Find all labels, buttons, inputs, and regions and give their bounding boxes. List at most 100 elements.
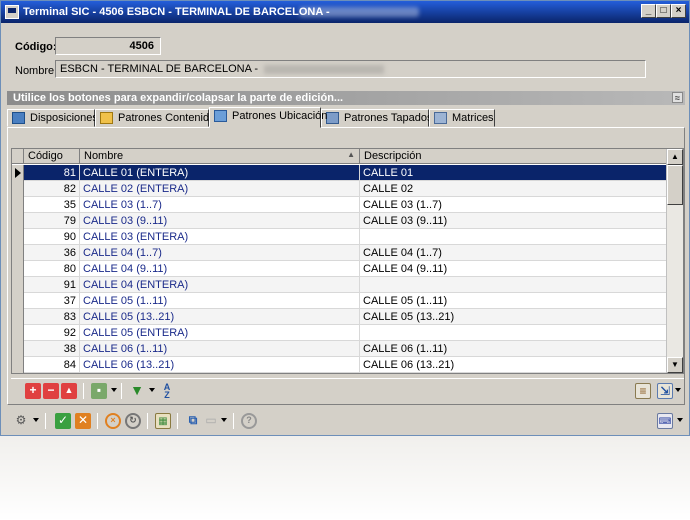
cell-codigo[interactable]: 38 — [24, 341, 80, 357]
export-icon[interactable]: ⇲ — [657, 383, 673, 399]
cell-codigo[interactable]: 82 — [24, 181, 80, 197]
cell-codigo[interactable]: 83 — [24, 309, 80, 325]
cell-nombre[interactable]: CALLE 05 (ENTERA) — [80, 325, 360, 341]
minimize-button[interactable]: _ — [641, 4, 656, 18]
expand-collapse-bar[interactable]: Utilice los botones para expandir/colaps… — [7, 91, 685, 105]
table-row[interactable]: 36 CALLE 04 (1..7) CALLE 04 (1..7) — [12, 245, 667, 261]
row-selector[interactable] — [12, 213, 24, 229]
cell-codigo[interactable]: 80 — [24, 261, 80, 277]
view-icon[interactable]: ▪ — [91, 383, 107, 399]
cell-codigo[interactable]: 84 — [24, 357, 80, 373]
row-selector[interactable] — [12, 325, 24, 341]
add-icon[interactable]: + — [25, 383, 41, 399]
row-selector[interactable] — [12, 229, 24, 245]
keyboard-dropdown-arrow-icon[interactable] — [677, 418, 683, 422]
cell-nombre[interactable]: CALLE 06 (1..11) — [80, 341, 360, 357]
cell-nombre[interactable]: CALLE 03 (ENTERA) — [80, 229, 360, 245]
cell-descripcion[interactable]: CALLE 04 (9..11) — [360, 261, 667, 277]
cell-codigo[interactable]: 35 — [24, 197, 80, 213]
row-selector[interactable] — [12, 197, 24, 213]
row-selector[interactable] — [12, 245, 24, 261]
export-dropdown-arrow-icon[interactable] — [675, 388, 681, 392]
row-selector[interactable] — [12, 165, 24, 181]
tab-matrices[interactable]: Matrices — [429, 109, 495, 127]
help-icon[interactable]: ? — [241, 413, 257, 429]
row-selector[interactable] — [12, 181, 24, 197]
cell-codigo[interactable]: 92 — [24, 325, 80, 341]
cell-nombre[interactable]: CALLE 06 (13..21) — [80, 357, 360, 373]
scroll-down-arrow-icon[interactable]: ▼ — [667, 357, 683, 373]
row-selector[interactable] — [12, 277, 24, 293]
row-selector[interactable] — [12, 341, 24, 357]
cell-descripcion[interactable]: CALLE 04 (1..7) — [360, 245, 667, 261]
cell-descripcion[interactable] — [360, 229, 667, 245]
tab-patrones-tapados[interactable]: Patrones Tapados — [321, 109, 432, 127]
calculator-icon[interactable]: ▦ — [155, 413, 171, 429]
cell-nombre[interactable]: CALLE 03 (1..7) — [80, 197, 360, 213]
tab-patrones-contenido[interactable]: Patrones Contenido — [95, 109, 215, 127]
columns-icon[interactable]: ≡ — [635, 383, 651, 399]
cell-nombre[interactable]: CALLE 04 (1..7) — [80, 245, 360, 261]
cell-nombre[interactable]: CALLE 04 (9..11) — [80, 261, 360, 277]
column-header-codigo[interactable]: Código — [24, 149, 80, 164]
paste-dropdown-arrow-icon[interactable] — [221, 418, 227, 422]
table-row[interactable]: 84 CALLE 06 (13..21) CALLE 06 (13..21) — [12, 357, 667, 373]
table-row[interactable]: 79 CALLE 03 (9..11) CALLE 03 (9..11) — [12, 213, 667, 229]
cell-descripcion[interactable]: CALLE 01 — [360, 165, 667, 181]
tools-dropdown-arrow-icon[interactable] — [33, 418, 39, 422]
row-selector[interactable] — [12, 357, 24, 373]
table-row[interactable]: 90 CALLE 03 (ENTERA) — [12, 229, 667, 245]
cell-descripcion[interactable]: CALLE 03 (9..11) — [360, 213, 667, 229]
paste-icon[interactable]: ▭ — [203, 413, 219, 429]
reject-icon[interactable]: ✕ — [75, 413, 91, 429]
table-row[interactable]: 91 CALLE 04 (ENTERA) — [12, 277, 667, 293]
cell-descripcion[interactable]: CALLE 02 — [360, 181, 667, 197]
close-button[interactable]: × — [671, 4, 686, 18]
table-row[interactable]: 82 CALLE 02 (ENTERA) CALLE 02 — [12, 181, 667, 197]
cell-descripcion[interactable]: CALLE 05 (1..11) — [360, 293, 667, 309]
cell-codigo[interactable]: 37 — [24, 293, 80, 309]
tab-disposiciones[interactable]: Disposiciones — [7, 109, 98, 127]
copy-icon[interactable]: ⧉ — [185, 413, 201, 429]
table-row[interactable]: 80 CALLE 04 (9..11) CALLE 04 (9..11) — [12, 261, 667, 277]
view-dropdown-arrow-icon[interactable] — [111, 388, 117, 392]
cell-descripcion[interactable]: CALLE 06 (13..21) — [360, 357, 667, 373]
cell-nombre[interactable]: CALLE 04 (ENTERA) — [80, 277, 360, 293]
cancel-icon[interactable]: × — [105, 413, 121, 429]
cell-codigo[interactable]: 36 — [24, 245, 80, 261]
cell-codigo[interactable]: 79 — [24, 213, 80, 229]
remove-icon[interactable]: − — [43, 383, 59, 399]
table-row[interactable]: 81 CALLE 01 (ENTERA) CALLE 01 — [12, 165, 667, 181]
collapse-icon[interactable]: ▲ — [61, 383, 77, 399]
cell-nombre[interactable]: CALLE 05 (1..11) — [80, 293, 360, 309]
table-row[interactable]: 35 CALLE 03 (1..7) CALLE 03 (1..7) — [12, 197, 667, 213]
tab-patrones-ubicacion[interactable]: Patrones Ubicación — [209, 107, 327, 128]
row-selector[interactable] — [12, 309, 24, 325]
cell-codigo[interactable]: 81 — [24, 165, 80, 181]
sort-az-icon[interactable]: AZ — [159, 383, 175, 400]
cell-nombre[interactable]: CALLE 03 (9..11) — [80, 213, 360, 229]
column-header-descripcion[interactable]: Descripción — [360, 149, 667, 164]
row-selector[interactable] — [12, 261, 24, 277]
cell-nombre[interactable]: CALLE 05 (13..21) — [80, 309, 360, 325]
vertical-scrollbar[interactable]: ▲ ▼ — [666, 149, 683, 373]
tools-icon[interactable]: ⚙ — [13, 413, 29, 429]
table-row[interactable]: 92 CALLE 05 (ENTERA) — [12, 325, 667, 341]
table-row[interactable]: 83 CALLE 05 (13..21) CALLE 05 (13..21) — [12, 309, 667, 325]
cell-descripcion[interactable]: CALLE 03 (1..7) — [360, 197, 667, 213]
cell-nombre[interactable]: CALLE 02 (ENTERA) — [80, 181, 360, 197]
cell-nombre[interactable]: CALLE 01 (ENTERA) — [80, 165, 360, 181]
cell-descripcion[interactable] — [360, 325, 667, 341]
refresh-icon[interactable]: ↻ — [125, 413, 141, 429]
table-row[interactable]: 37 CALLE 05 (1..11) CALLE 05 (1..11) — [12, 293, 667, 309]
filter-dropdown-arrow-icon[interactable] — [149, 388, 155, 392]
column-header-nombre[interactable]: Nombre ▲ — [80, 149, 360, 164]
filter-icon[interactable]: ▼ — [129, 383, 145, 399]
cell-codigo[interactable]: 91 — [24, 277, 80, 293]
cell-codigo[interactable]: 90 — [24, 229, 80, 245]
scrollbar-thumb[interactable] — [667, 165, 683, 205]
scroll-up-arrow-icon[interactable]: ▲ — [667, 149, 683, 165]
table-row[interactable]: 38 CALLE 06 (1..11) CALLE 06 (1..11) — [12, 341, 667, 357]
accept-icon[interactable]: ✓ — [55, 413, 71, 429]
cell-descripcion[interactable]: CALLE 05 (13..21) — [360, 309, 667, 325]
